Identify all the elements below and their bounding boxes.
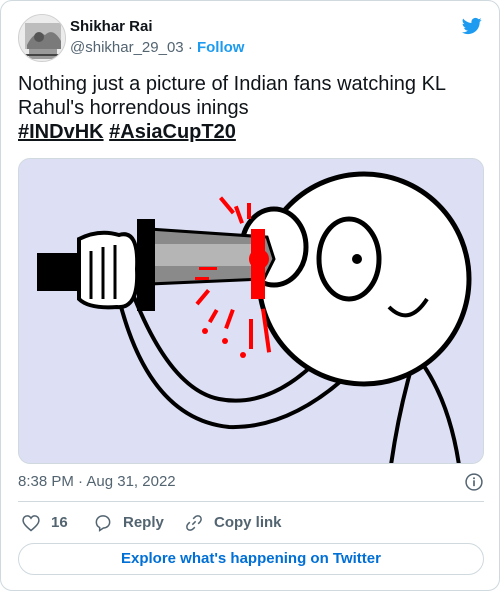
handle-row: @shikhar_29_03 · Follow <box>70 39 244 57</box>
action-bar: 16 Reply Copy link <box>18 512 484 534</box>
tweet-header: Shikhar Rai @shikhar_29_03 · Follow <box>18 14 484 62</box>
author-name[interactable]: Shikhar Rai <box>70 18 153 36</box>
hashtag-asiacupt20[interactable]: #AsiaCupT20 <box>109 121 236 143</box>
link-icon <box>186 515 202 531</box>
info-icon[interactable] <box>464 472 484 492</box>
tweet-text-line: Nothing just a picture of Indian fans wa… <box>18 73 446 119</box>
author-handle[interactable]: @shikhar_29_03 <box>70 39 184 56</box>
tweet-meta: 8:38 PM · Aug 31, 2022 <box>18 472 484 492</box>
tweet-card: Shikhar Rai @shikhar_29_03 · Follow Noth… <box>0 0 500 591</box>
copy-link-label: Copy link <box>214 514 282 531</box>
divider <box>18 501 484 502</box>
tweet-image[interactable] <box>18 158 484 464</box>
reply-label: Reply <box>123 514 164 531</box>
copy-link-button[interactable]: Copy link <box>184 512 282 534</box>
explore-button[interactable]: Explore what's happening on Twitter <box>18 543 484 575</box>
tweet-date[interactable]: Aug 31, 2022 <box>86 473 175 490</box>
avatar[interactable] <box>18 14 66 62</box>
reply-button[interactable]: Reply <box>93 512 164 534</box>
reply-icon <box>95 515 111 532</box>
follow-button[interactable]: Follow <box>197 39 245 56</box>
heart-icon <box>22 515 40 532</box>
tweet-time[interactable]: 8:38 PM <box>18 473 74 490</box>
tweet-text: Nothing just a picture of Indian fans wa… <box>18 72 484 144</box>
meta-separator: · <box>78 473 84 490</box>
hashtag-indvhk[interactable]: #INDvHK <box>18 121 104 143</box>
like-count: 16 <box>51 514 68 531</box>
twitter-bird-icon[interactable] <box>460 16 484 36</box>
separator: · <box>187 39 193 56</box>
like-button[interactable]: 16 <box>21 512 68 534</box>
